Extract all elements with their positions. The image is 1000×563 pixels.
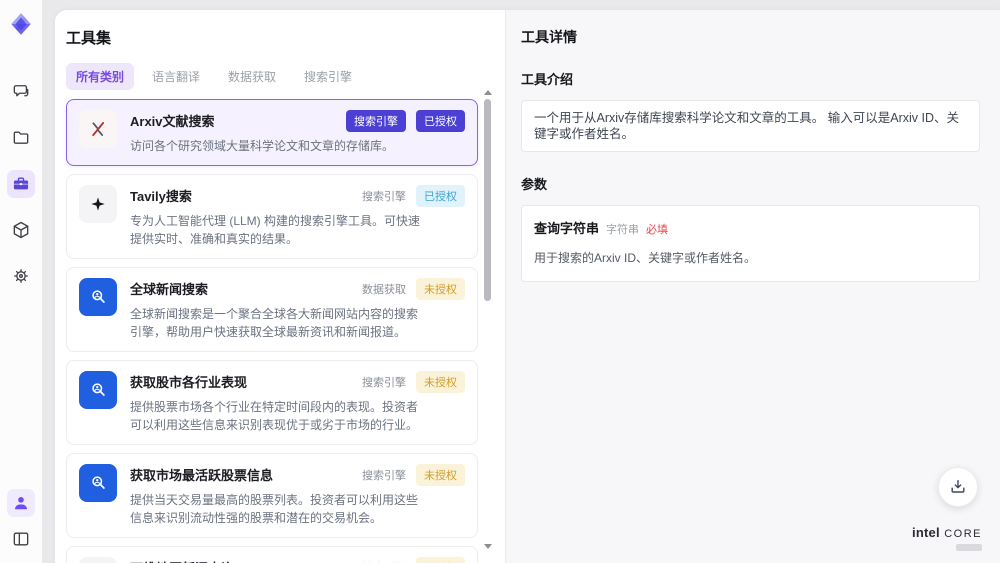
scrollbar-thumb[interactable]: [484, 99, 491, 301]
tool-name: 万维地区新闻查询: [130, 557, 234, 563]
tool-card-active-stocks[interactable]: 获取市场最活跃股票信息 搜索引擎 未授权 提供当天交易量最高的股票列表。投资者可…: [66, 453, 478, 538]
tab-language-translation[interactable]: 语言翻译: [142, 63, 210, 90]
tool-description: 提供当天交易量最高的股票列表。投资者可以利用这些信息来识别流动性强的股票和潜在的…: [130, 493, 419, 525]
intro-section-title: 工具介绍: [521, 72, 574, 87]
sidebar-item-projects[interactable]: [7, 124, 35, 152]
tool-card-body: 万维地区新闻查询 搜索引擎 未授权 查询具体行政区划内的新闻，快速了解各地新闻动: [130, 557, 465, 563]
category-badge: 搜索引擎: [362, 191, 406, 203]
tool-list: Arxiv文献搜索 搜索引擎 已授权 访问各个研究领域大量科学论文和文章的存储库…: [66, 99, 478, 563]
tab-data-fetch[interactable]: 数据获取: [218, 63, 286, 90]
intel-wordmark: intel: [912, 525, 940, 540]
app-sidebar: [0, 0, 42, 563]
download-icon: [948, 477, 968, 497]
params-section-title: 参数: [521, 177, 548, 192]
scrollbar: [483, 90, 492, 549]
tool-card-body: Tavily搜索 搜索引擎 已授权 专为人工智能代理 (LLM) 构建的搜索引擎…: [130, 185, 465, 248]
search-person-icon: [79, 371, 117, 409]
category-tabs: 所有类别 语言翻译 数据获取 搜索引擎: [66, 63, 505, 90]
tab-all-categories[interactable]: 所有类别: [66, 63, 135, 90]
page-title: 工具集: [66, 30, 112, 47]
search-person-icon: [79, 464, 117, 502]
param-box: 查询字符串 字符串 必填 用于搜索的Arxiv ID、关键字或作者姓名。: [521, 205, 980, 282]
tool-card-regional-news[interactable]: 万维地区新闻查询 搜索引擎 未授权 查询具体行政区划内的新闻，快速了解各地新闻动: [66, 546, 478, 563]
category-badge: 搜索引擎: [362, 377, 406, 389]
param-name: 查询字符串: [534, 221, 600, 236]
tool-name: 全球新闻搜索: [130, 282, 209, 297]
search-person-icon: [79, 278, 117, 316]
arxiv-logo-icon: [79, 110, 117, 148]
tool-description: 全球新闻搜索是一个聚合全球各大新闻网站内容的搜索引擎，帮助用户快速获取全球最新资…: [130, 307, 419, 339]
core-wordmark: core: [944, 528, 982, 540]
intro-box: 一个用于从Arxiv存储库搜索科学论文和文章的工具。 输入可以是Arxiv ID…: [521, 100, 980, 152]
gear-icon: [11, 266, 31, 286]
intel-core-logo: intel core: [912, 526, 982, 551]
auth-badge: 已授权: [416, 185, 465, 207]
tool-card-body: 获取股市各行业表现 搜索引擎 未授权 提供股票市场各个行业在特定时间段内的表现。…: [130, 371, 465, 434]
auth-badge: 已授权: [416, 110, 465, 132]
sidebar-bottom: [7, 489, 35, 553]
param-description: 用于搜索的Arxiv ID、关键字或作者姓名。: [534, 251, 757, 265]
sidebar-item-toolbox[interactable]: [7, 170, 35, 198]
folder-icon: [11, 128, 31, 148]
sidebar-item-settings[interactable]: [7, 262, 35, 290]
tool-card-body: 获取市场最活跃股票信息 搜索引擎 未授权 提供当天交易量最高的股票列表。投资者可…: [130, 464, 465, 527]
tab-search-engine[interactable]: 搜索引擎: [294, 63, 362, 90]
cube-icon: [11, 220, 31, 240]
tool-description: 提供股票市场各个行业在特定时间段内的表现。投资者可以利用这些信息来识别表现优于或…: [130, 400, 419, 432]
tool-card-sector-performance[interactable]: 获取股市各行业表现 搜索引擎 未授权 提供股票市场各个行业在特定时间段内的表现。…: [66, 360, 478, 445]
panel-toggle-icon: [11, 529, 31, 549]
tool-details-panel: 工具详情 工具介绍 一个用于从Arxiv存储库搜索科学论文和文章的工具。 输入可…: [505, 10, 1000, 563]
sidebar-item-chat[interactable]: [7, 78, 35, 106]
sidebar-item-packages[interactable]: [7, 216, 35, 244]
intro-text: 一个用于从Arxiv存储库搜索科学论文和文章的工具。 输入可以是Arxiv ID…: [534, 111, 960, 141]
auth-badge: 未授权: [416, 371, 465, 393]
app-logo-icon[interactable]: [5, 8, 37, 40]
tool-description: 访问各个研究领域大量科学论文和文章的存储库。: [130, 139, 395, 153]
sidebar-nav: [7, 78, 35, 290]
tool-card-global-news[interactable]: 全球新闻搜索 数据获取 未授权 全球新闻搜索是一个聚合全球各大新闻网站内容的搜索…: [66, 267, 478, 352]
tools-panel: 工具集 所有类别 语言翻译 数据获取 搜索引擎 Arxiv文献搜索 搜索引擎 已…: [55, 10, 505, 563]
download-button[interactable]: [938, 467, 978, 507]
sidebar-item-panel-toggle[interactable]: [7, 525, 35, 553]
tool-name: Arxiv文献搜索: [130, 114, 215, 129]
scroll-down-arrow-icon[interactable]: [483, 544, 492, 549]
tool-card-arxiv[interactable]: Arxiv文献搜索 搜索引擎 已授权 访问各个研究领域大量科学论文和文章的存储库…: [66, 99, 478, 166]
main-panel: 工具集 所有类别 语言翻译 数据获取 搜索引擎 Arxiv文献搜索 搜索引擎 已…: [55, 10, 1000, 563]
tool-name: 获取市场最活跃股票信息: [130, 468, 274, 483]
tool-card-tavily[interactable]: Tavily搜索 搜索引擎 已授权 专为人工智能代理 (LLM) 构建的搜索引擎…: [66, 174, 478, 259]
briefcase-icon: [11, 174, 31, 194]
tool-name: Tavily搜索: [130, 189, 192, 204]
auth-badge: 未授权: [416, 278, 465, 300]
category-badge: 搜索引擎: [362, 470, 406, 482]
chat-icon: [11, 82, 31, 102]
category-badge: 搜索引擎: [362, 557, 406, 563]
tool-name: 获取股市各行业表现: [130, 375, 248, 390]
newspaper-icon: [79, 557, 117, 563]
auth-badge: 未授权: [416, 464, 465, 486]
param-type: 字符串: [606, 224, 640, 236]
user-icon: [11, 493, 31, 513]
category-badge: 搜索引擎: [346, 110, 406, 132]
sidebar-item-account[interactable]: [7, 489, 35, 517]
intel-ultra-mark: [956, 544, 982, 551]
tool-card-body: 全球新闻搜索 数据获取 未授权 全球新闻搜索是一个聚合全球各大新闻网站内容的搜索…: [130, 278, 465, 341]
auth-badge: 未授权: [416, 557, 465, 563]
tool-description: 专为人工智能代理 (LLM) 构建的搜索引擎工具。可快速提供实时、准确和真实的结…: [130, 214, 421, 246]
category-badge: 数据获取: [362, 284, 406, 296]
scroll-up-arrow-icon[interactable]: [483, 90, 492, 95]
tavily-star-icon: [79, 185, 117, 223]
param-required-badge: 必填: [646, 224, 669, 236]
details-title: 工具详情: [521, 29, 577, 45]
tool-card-body: Arxiv文献搜索 搜索引擎 已授权 访问各个研究领域大量科学论文和文章的存储库…: [130, 110, 465, 155]
